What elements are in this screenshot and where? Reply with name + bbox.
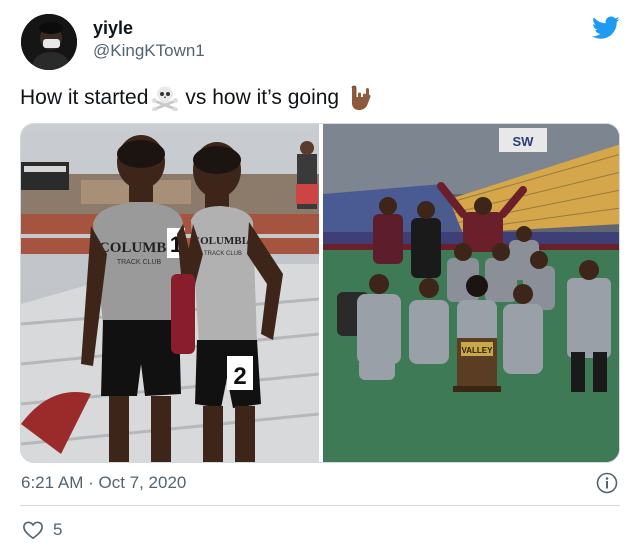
tweet-text: How it started vs how it’s going xyxy=(20,84,373,112)
jersey1-sub: TRACK CLUB xyxy=(117,259,162,266)
avatar[interactable] xyxy=(21,14,77,70)
heart-icon[interactable] xyxy=(22,520,44,540)
info-icon[interactable] xyxy=(596,472,618,494)
love-you-gesture-icon xyxy=(351,85,371,110)
trophy-text: VALLEY xyxy=(462,346,494,355)
scoreboard-text: SW xyxy=(513,134,535,149)
display-name[interactable]: yiyle xyxy=(93,18,133,39)
divider xyxy=(20,505,620,506)
tweet-text-part2: vs how it’s going xyxy=(185,86,340,109)
jersey2-text: COLUMBIA xyxy=(192,235,254,247)
photo-how-it-started[interactable]: COLUMBIA TRACK CLUB 1 COLUMBIA TRACK CLU… xyxy=(21,124,319,462)
jersey2-sub: TRACK CLUB xyxy=(204,251,242,257)
bib2-number: 2 xyxy=(233,363,246,390)
user-handle[interactable]: @KingKTown1 xyxy=(93,41,205,61)
tweet-card: yiyle @KingKTown1 How it started vs how … xyxy=(0,0,640,554)
track-kids-photo: COLUMBIA TRACK CLUB 1 COLUMBIA TRACK CLU… xyxy=(21,124,319,462)
skull-and-crossbones-icon xyxy=(152,86,179,111)
tweet-text-part1: How it started xyxy=(20,86,149,109)
team-trophy-photo: SW VALLEY xyxy=(323,124,619,462)
avatar-image xyxy=(21,14,77,70)
twitter-bird-icon[interactable] xyxy=(592,16,620,40)
tweet-timestamp[interactable]: 6:21 AM · Oct 7, 2020 xyxy=(21,473,186,493)
tweet-media[interactable]: COLUMBIA TRACK CLUB 1 COLUMBIA TRACK CLU… xyxy=(20,123,620,463)
photo-how-its-going[interactable]: SW VALLEY xyxy=(323,124,619,462)
like-count[interactable]: 5 xyxy=(53,520,62,540)
